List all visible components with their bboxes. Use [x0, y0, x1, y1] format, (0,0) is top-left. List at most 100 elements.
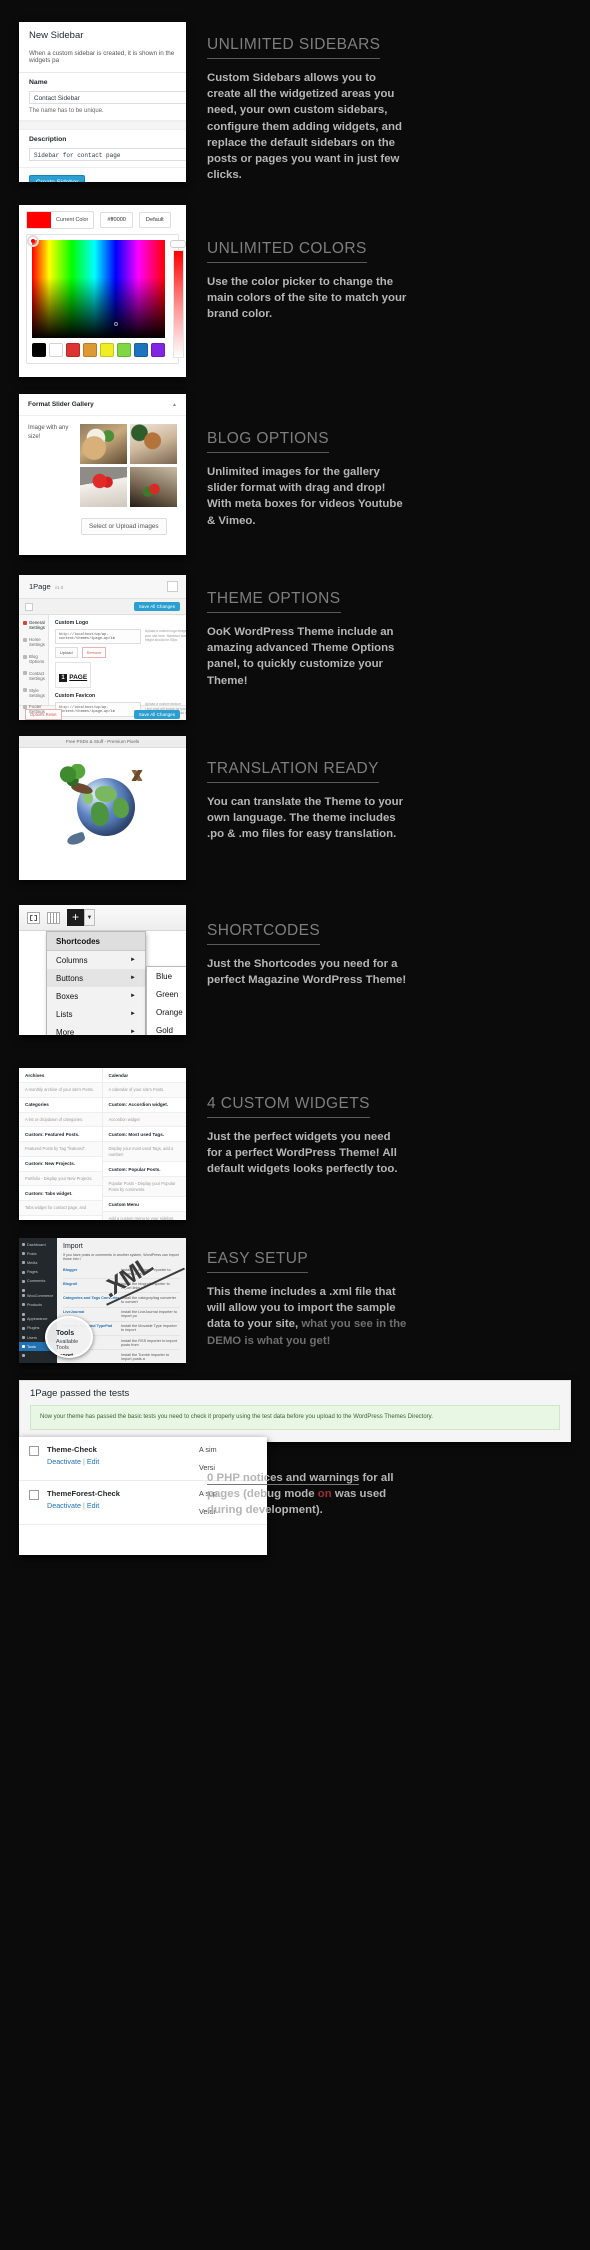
palette-swatch[interactable] — [100, 343, 114, 357]
theme-options-pane: Custom Logo http://localhost/wp/wp-conte… — [48, 615, 186, 720]
palette-swatch[interactable] — [151, 343, 165, 357]
plugin-deactivate-link[interactable]: Deactivate — [47, 1457, 81, 1466]
widget-name[interactable]: Custom: Featured Posts. — [19, 1127, 102, 1142]
insert-plus-icon[interactable]: + — [67, 909, 84, 926]
nav-item-style-settings[interactable]: Style Settings — [19, 684, 48, 701]
admin-menu-woocommerce[interactable]: WooCommerce — [19, 1291, 57, 1300]
saturation-area[interactable] — [27, 235, 165, 338]
gallery-panel-title: Format Slider Gallery — [28, 401, 94, 408]
admin-menu-pages[interactable]: Pages — [19, 1268, 57, 1277]
admin-menu-comments[interactable]: Comments — [19, 1277, 57, 1286]
palette-swatch[interactable] — [134, 343, 148, 357]
widget-name[interactable]: Custom: Popular Posts. — [102, 1162, 186, 1177]
palette-swatch[interactable] — [49, 343, 63, 357]
menu-item-columns[interactable]: Columns ► — [47, 951, 145, 969]
submenu-item-orange[interactable]: Orange — [147, 1003, 186, 1021]
gallery-thumbnail[interactable] — [129, 467, 177, 507]
widget-name[interactable]: Meta — [19, 1215, 102, 1220]
plugin-name[interactable]: Theme-Check — [47, 1445, 191, 1454]
submenu-item-gold[interactable]: Gold — [147, 1021, 186, 1035]
palette-swatch[interactable] — [66, 343, 80, 357]
heading-unlimited-sidebars: UNLIMITED SIDEBARS — [207, 36, 381, 59]
select-or-upload-images-button[interactable]: Select or Upload images — [81, 518, 167, 535]
widget-name[interactable]: Archives — [19, 1068, 102, 1083]
widget-name[interactable]: Custom: Most used Tags. — [102, 1127, 186, 1142]
submenu-item-green[interactable]: Green — [147, 985, 186, 1003]
widget-name[interactable]: Custom: New Projects. — [19, 1156, 102, 1172]
chevron-up-icon[interactable]: ▲ — [172, 402, 177, 408]
copy-theme-options: THEME OPTIONS OoK WordPress Theme includ… — [207, 590, 407, 689]
saturation-handle[interactable] — [27, 235, 39, 247]
debug-mode-on: on — [317, 1488, 332, 1501]
widget-name[interactable]: Categories — [19, 1097, 102, 1113]
default-color-button[interactable]: Default — [138, 212, 171, 228]
new-sidebar-description: When a custom sidebar is created, it is … — [19, 48, 186, 73]
custom-logo-url-input[interactable]: http://localhost/wp/wp-content/themes/1p… — [54, 629, 141, 644]
create-sidebar-button[interactable]: Create Sidebar — [29, 175, 86, 182]
plugin-checkbox[interactable] — [29, 1446, 39, 1456]
nav-item-backup-options[interactable]: Backup Options — [19, 718, 48, 720]
gallery-panel-header: Format Slider Gallery ▲ — [19, 394, 186, 416]
admin-menu-media[interactable]: Media — [19, 1258, 57, 1267]
hue-slider-knob[interactable] — [170, 240, 186, 248]
save-all-changes-button-bottom[interactable]: Save All Changes — [133, 710, 180, 719]
palette-swatch[interactable] — [83, 343, 97, 357]
menu-item-lists[interactable]: Lists ► — [47, 1005, 145, 1023]
chevron-down-icon[interactable]: ▼ — [84, 909, 95, 926]
gallery-thumbnail[interactable] — [79, 467, 127, 507]
menu-item-buttons[interactable]: Buttons ► — [47, 969, 145, 987]
nav-item-general-settings[interactable]: General Settings — [19, 617, 48, 634]
screenshot-color-picker: Current Color #ff0000 Default — [19, 205, 186, 377]
plugin-edit-link[interactable]: Edit — [87, 1501, 99, 1510]
nav-item-footer-settings[interactable]: Footer Settings — [19, 701, 48, 718]
php-notices-link[interactable]: 0 PHP notices and warnings — [207, 1472, 360, 1485]
custom-favicon-url-input[interactable]: http://localhost/wp/wp-content/themes/1p… — [54, 702, 141, 717]
nav-item-contact-settings[interactable]: Contact Settings — [19, 667, 48, 684]
heading-translation-ready: TRANSLATION READY — [207, 760, 379, 783]
screenshot-widgets-list: Archives A monthly archive of your site'… — [19, 1068, 186, 1220]
nav-item-blog-options[interactable]: Blog Options — [19, 651, 48, 668]
body-translation-ready: You can translate the Theme to your own … — [207, 796, 403, 841]
lens-tools-title: Tools — [56, 1330, 75, 1337]
menu-item-boxes[interactable]: Boxes ► — [47, 987, 145, 1005]
gallery-thumbnail[interactable] — [129, 424, 177, 464]
menu-item-label: More — [56, 1027, 75, 1036]
screenshot-theme-check-results: 1Page passed the tests Now your theme ha… — [19, 1380, 571, 1442]
menu-item-more[interactable]: More ► — [47, 1023, 145, 1036]
current-color-control[interactable]: Current Color — [26, 211, 95, 229]
plugin-deactivate-link[interactable]: Deactivate — [47, 1501, 81, 1510]
plugin-edit-link[interactable]: Edit — [87, 1457, 99, 1466]
current-color-swatch[interactable] — [27, 212, 51, 228]
plugin-checkbox[interactable] — [29, 1490, 39, 1500]
admin-menu-dashboard[interactable]: Dashboard — [19, 1240, 57, 1249]
description-input[interactable]: Sidebar for contact page — [29, 148, 186, 161]
save-all-changes-button-top[interactable]: Save All Changes — [133, 602, 180, 611]
nav-item-home-settings[interactable]: Home Settings — [19, 634, 48, 651]
plugin-name[interactable]: ThemeForest-Check — [47, 1489, 191, 1498]
widget-name[interactable]: Custom: Accordion widget. — [102, 1097, 186, 1113]
keyboard-icon[interactable] — [47, 911, 60, 924]
menu-toggle-icon[interactable] — [25, 602, 33, 611]
logo-upload-button[interactable]: Upload — [54, 647, 78, 658]
fullscreen-icon[interactable] — [27, 911, 40, 924]
admin-menu-posts[interactable]: Posts — [19, 1249, 57, 1258]
name-input[interactable]: Contact Sidebar — [29, 91, 186, 104]
name-label: Name — [29, 79, 48, 86]
logo-remove-button[interactable]: Remove — [81, 647, 107, 658]
hue-slider-track[interactable] — [172, 250, 184, 358]
widget-name[interactable]: Calendar — [102, 1068, 186, 1083]
theme-logo-icon — [167, 581, 178, 592]
plugin-actions: Deactivate | Edit — [47, 1501, 191, 1510]
admin-menu-products[interactable]: Products — [19, 1300, 57, 1309]
palette-swatch[interactable] — [32, 343, 46, 357]
menu-item-label: Buttons — [56, 973, 84, 983]
gallery-thumbnail[interactable] — [79, 424, 127, 464]
lens-item-available-tools[interactable]: Available Tools — [47, 1337, 91, 1351]
widget-name[interactable]: Custom Menu — [102, 1197, 186, 1212]
widget-name[interactable]: Custom: Tabs widget. — [19, 1186, 102, 1201]
submenu-item-blue[interactable]: Blue — [147, 967, 186, 985]
hex-value-field[interactable]: #ff0000 — [100, 212, 133, 228]
palette-swatch[interactable] — [117, 343, 131, 357]
menu-item-label: Columns — [56, 955, 88, 965]
chevron-right-icon: ► — [130, 1029, 136, 1035]
